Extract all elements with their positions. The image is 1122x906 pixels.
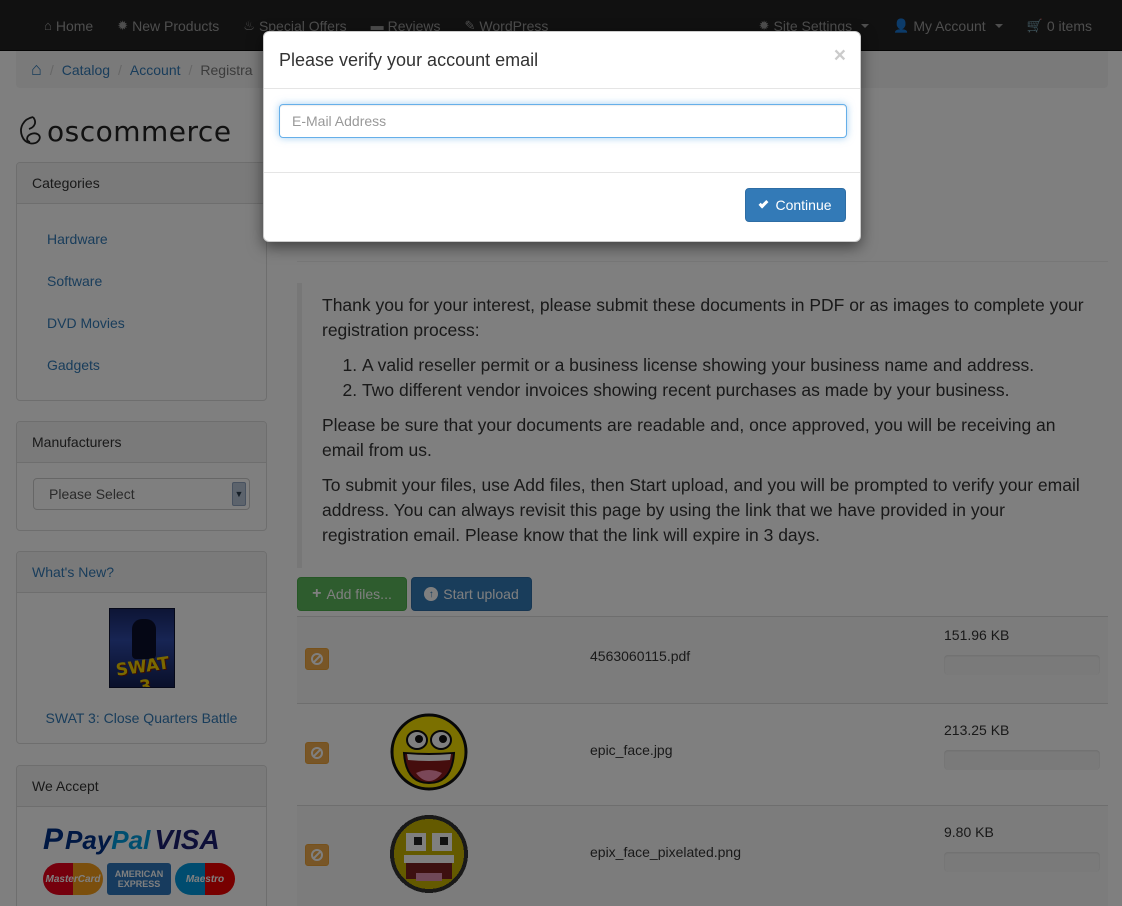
modal-header: Please verify your account email × <box>264 32 860 89</box>
check-icon <box>759 198 769 208</box>
continue-label: Continue <box>775 197 832 213</box>
close-icon[interactable]: × <box>834 44 846 68</box>
verify-email-modal: Please verify your account email × Conti… <box>263 31 861 242</box>
continue-button[interactable]: Continue <box>745 188 846 222</box>
email-field[interactable] <box>279 104 847 138</box>
modal-title: Please verify your account email <box>279 50 539 70</box>
modal-body <box>264 89 860 173</box>
